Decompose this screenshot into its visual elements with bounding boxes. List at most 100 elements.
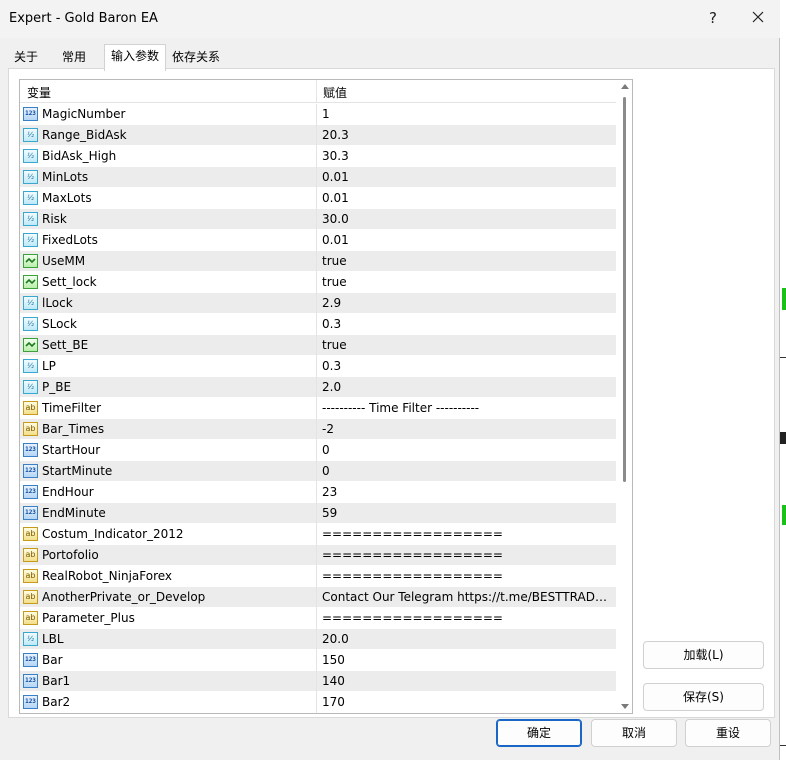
scroll-down-icon[interactable] xyxy=(621,704,629,709)
table-row[interactable]: 123 EndHour 23 xyxy=(20,482,616,503)
variable-value[interactable]: 1 xyxy=(322,107,614,121)
variable-value[interactable]: -2 xyxy=(322,422,614,436)
table-row[interactable]: ab AnotherPrivate_or_Develop Contact Our T… xyxy=(20,587,616,608)
help-button[interactable]: ? xyxy=(700,5,726,31)
variable-value[interactable]: 0.01 xyxy=(322,191,614,205)
variable-cell[interactable]: ab Parameter_Plus xyxy=(20,608,317,629)
variable-value[interactable]: ---------- Time Filter ---------- xyxy=(322,401,614,415)
variable-value[interactable]: 20.0 xyxy=(322,632,614,646)
scroll-thumb[interactable] xyxy=(623,97,626,482)
variable-value[interactable]: 140 xyxy=(322,674,614,688)
variable-cell[interactable]: ½ LBL xyxy=(20,629,317,650)
variable-cell[interactable]: ½ FixedLots xyxy=(20,230,317,251)
variable-cell[interactable]: 123 Bar2 xyxy=(20,692,317,713)
variable-cell[interactable]: ab Costum_Indicator_2012 xyxy=(20,524,317,545)
table-row[interactable]: ½ MaxLots 0.01 xyxy=(20,188,616,209)
variable-cell[interactable]: ½ Range_BidAsk xyxy=(20,125,317,146)
table-row[interactable]: ab RealRobot_NinjaForex ================== xyxy=(20,566,616,587)
table-row[interactable]: ½ FixedLots 0.01 xyxy=(20,230,616,251)
variable-value[interactable]: true xyxy=(322,338,614,352)
variable-value[interactable]: 0.3 xyxy=(322,359,614,373)
variable-value[interactable]: 150 xyxy=(322,653,614,667)
variable-cell[interactable]: ab AnotherPrivate_or_Develop xyxy=(20,587,317,608)
inputs-list[interactable]: 变量 赋值 123 MagicNumber 1 ½ Range_BidAsk 20.3 ½ B… xyxy=(19,79,633,714)
variable-cell[interactable]: 123 Bar xyxy=(20,650,317,671)
column-divider[interactable] xyxy=(316,80,317,103)
table-row[interactable]: UseMM true xyxy=(20,251,616,272)
variable-cell[interactable]: ½ BidAsk_High xyxy=(20,146,317,167)
table-row[interactable]: ab TimeFilter ---------- Time Filter -----… xyxy=(20,398,616,419)
variable-value[interactable]: 0.3 xyxy=(322,317,614,331)
variable-value[interactable]: true xyxy=(322,275,614,289)
table-row[interactable]: Sett_BE true xyxy=(20,335,616,356)
variable-value[interactable]: 23 xyxy=(322,485,614,499)
variable-value[interactable]: 20.3 xyxy=(322,128,614,142)
column-header-value[interactable]: 赋值 xyxy=(323,84,347,101)
table-row[interactable]: 123 Bar2 170 xyxy=(20,692,616,713)
variable-value[interactable]: 30.3 xyxy=(322,149,614,163)
variable-cell[interactable]: 123 StartHour xyxy=(20,440,317,461)
save-button[interactable]: 保存(S) xyxy=(643,683,764,711)
table-row[interactable]: ½ Range_BidAsk 20.3 xyxy=(20,125,616,146)
table-row[interactable]: 123 StartMinute 0 xyxy=(20,461,616,482)
tab-inputs[interactable]: 输入参数 xyxy=(104,44,166,71)
variable-cell[interactable]: ½ MaxLots xyxy=(20,188,317,209)
variable-value[interactable]: 59 xyxy=(322,506,614,520)
load-button[interactable]: 加载(L) xyxy=(643,641,764,669)
variable-cell[interactable]: ½ LP xyxy=(20,356,317,377)
variable-cell[interactable]: ½ SLock xyxy=(20,314,317,335)
variable-value[interactable]: true xyxy=(322,254,614,268)
variable-cell[interactable]: ab TimeFilter xyxy=(20,398,317,419)
variable-value[interactable]: 2.0 xyxy=(322,380,614,394)
table-row[interactable]: ½ SLock 0.3 xyxy=(20,314,616,335)
table-row[interactable]: ab Portofolio ================== xyxy=(20,545,616,566)
variable-cell[interactable]: 123 EndHour xyxy=(20,482,317,503)
variable-cell[interactable]: ab Bar_Times xyxy=(20,419,317,440)
table-row[interactable]: 123 StartHour 0 xyxy=(20,440,616,461)
table-row[interactable]: ½ P_BE 2.0 xyxy=(20,377,616,398)
variable-cell[interactable]: 123 StartMinute xyxy=(20,461,317,482)
table-row[interactable]: ab Costum_Indicator_2012 =================… xyxy=(20,524,616,545)
variable-value[interactable]: 0.01 xyxy=(322,233,614,247)
table-row[interactable]: ab Bar_Times -2 xyxy=(20,419,616,440)
variable-value[interactable]: 170 xyxy=(322,695,614,709)
variable-cell[interactable]: 123 Bar1 xyxy=(20,671,317,692)
variable-cell[interactable]: 123 EndMinute xyxy=(20,503,317,524)
variable-value[interactable]: 30.0 xyxy=(322,212,614,226)
variable-value[interactable]: 0 xyxy=(322,464,614,478)
variable-value[interactable]: 0 xyxy=(322,443,614,457)
table-row[interactable]: ½ LBL 20.0 xyxy=(20,629,616,650)
variable-cell[interactable]: ½ Risk xyxy=(20,209,317,230)
table-row[interactable]: ½ Risk 30.0 xyxy=(20,209,616,230)
tab-about[interactable]: 关于 xyxy=(8,46,52,70)
variable-cell[interactable]: Sett_BE xyxy=(20,335,317,356)
table-row[interactable]: ½ LP 0.3 xyxy=(20,356,616,377)
table-row[interactable]: ½ BidAsk_High 30.3 xyxy=(20,146,616,167)
ok-button[interactable]: 确定 xyxy=(496,719,582,747)
variable-value[interactable]: ================== xyxy=(322,548,614,562)
table-row[interactable]: ab Parameter_Plus ================== xyxy=(20,608,616,629)
tab-dependencies[interactable]: 依存关系 xyxy=(166,46,228,70)
variable-cell[interactable]: Sett_lock xyxy=(20,272,317,293)
variable-value[interactable]: ================== xyxy=(322,569,614,583)
vertical-scrollbar[interactable] xyxy=(617,80,632,713)
variable-value[interactable]: 0.01 xyxy=(322,170,614,184)
variable-cell[interactable]: UseMM xyxy=(20,251,317,272)
table-row[interactable]: 123 Bar 150 xyxy=(20,650,616,671)
table-row[interactable]: Sett_lock true xyxy=(20,272,616,293)
table-row[interactable]: 123 Bar1 140 xyxy=(20,671,616,692)
tab-common[interactable]: 常用 xyxy=(56,46,102,70)
reset-button[interactable]: 重设 xyxy=(685,719,771,747)
variable-value[interactable]: 2.9 xyxy=(322,296,614,310)
column-header-variable[interactable]: 变量 xyxy=(27,84,51,101)
variable-cell[interactable]: 123 MagicNumber xyxy=(20,104,317,125)
variable-value[interactable]: Contact Our Telegram https://t.me/BESTTR… xyxy=(322,590,614,604)
scroll-up-icon[interactable] xyxy=(621,84,629,89)
variable-value[interactable]: ================== xyxy=(322,527,614,541)
table-row[interactable]: 123 EndMinute 59 xyxy=(20,503,616,524)
variable-cell[interactable]: ab Portofolio xyxy=(20,545,317,566)
variable-value[interactable]: ================== xyxy=(322,611,614,625)
variable-cell[interactable]: ab RealRobot_NinjaForex xyxy=(20,566,317,587)
cancel-button[interactable]: 取消 xyxy=(591,719,677,747)
variable-cell[interactable]: ½ MinLots xyxy=(20,167,317,188)
